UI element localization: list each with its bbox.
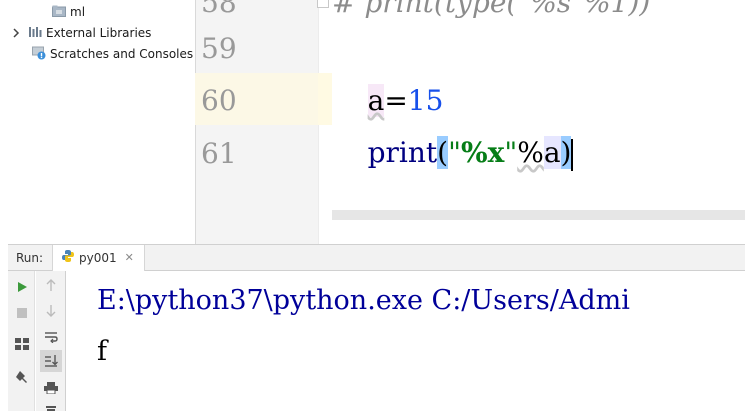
layout-icon[interactable]: [12, 334, 32, 354]
tree-item-label: ml: [70, 5, 86, 19]
trash-icon[interactable]: [41, 401, 61, 411]
stop-icon[interactable]: [12, 303, 32, 323]
code-line-59: a=15: [332, 23, 443, 117]
line-number-61: 61: [201, 137, 237, 170]
code-line-60: print("%x"%a): [332, 75, 574, 171]
string-quote-token: ": [448, 136, 461, 169]
folder-icon: [52, 5, 66, 20]
window-left-edge: [0, 0, 8, 411]
tree-item-ml[interactable]: ml: [52, 2, 85, 22]
open-paren-token: (: [437, 136, 449, 169]
library-icon: [28, 26, 42, 41]
run-toolbar-secondary: [36, 271, 66, 411]
run-window-header: Run: py001 ✕: [8, 244, 745, 271]
tree-item-scratches-and-consoles[interactable]: Scratches and Consoles: [32, 44, 193, 64]
run-label: Run:: [16, 250, 44, 265]
run-tab-label: py001: [79, 250, 117, 265]
chevron-right-icon[interactable]: [10, 28, 22, 38]
scratches-icon: [32, 46, 46, 63]
python-icon: [61, 249, 75, 266]
close-icon[interactable]: ✕: [125, 251, 134, 264]
fold-marker-icon[interactable]: [317, 0, 329, 8]
line-number-59: 59: [201, 32, 237, 65]
editor-horizontal-scrollbar[interactable]: [332, 210, 745, 220]
arrow-down-icon[interactable]: [41, 301, 61, 321]
line-number-60: 60: [201, 84, 237, 117]
string-quote-token: ": [504, 136, 518, 169]
operator-token: %: [517, 136, 544, 169]
print-icon[interactable]: [41, 378, 61, 398]
console-line-command: E:\python37\python.exe C:/Users/Admi: [97, 285, 630, 316]
rerun-icon[interactable]: [12, 277, 32, 297]
run-tab-py001[interactable]: py001 ✕: [52, 244, 145, 271]
scroll-to-end-icon[interactable]: [40, 350, 62, 372]
close-paren-token: ): [560, 136, 572, 169]
project-tree-panel: ml External Libraries Scratches and Cons…: [8, 0, 195, 244]
tree-item-external-libraries[interactable]: External Libraries: [10, 23, 151, 43]
console-line-output: f: [97, 336, 107, 367]
string-format-token: %x: [461, 136, 505, 169]
arrow-up-icon[interactable]: [41, 275, 61, 295]
run-console-output[interactable]: E:\python37\python.exe C:/Users/Admi f: [67, 271, 745, 411]
tree-item-label: External Libraries: [46, 26, 152, 40]
pin-icon[interactable]: [12, 368, 32, 388]
soft-wrap-icon[interactable]: [41, 327, 61, 347]
code-editor[interactable]: # print(type("%s"%1)) a=15 print("%x"%a): [332, 0, 745, 244]
run-toolbar-primary: [8, 271, 35, 411]
tree-item-label: Scratches and Consoles: [50, 47, 194, 61]
text-cursor: [571, 138, 574, 171]
variable-token: a: [543, 136, 561, 169]
builtin-token: print: [367, 136, 438, 169]
